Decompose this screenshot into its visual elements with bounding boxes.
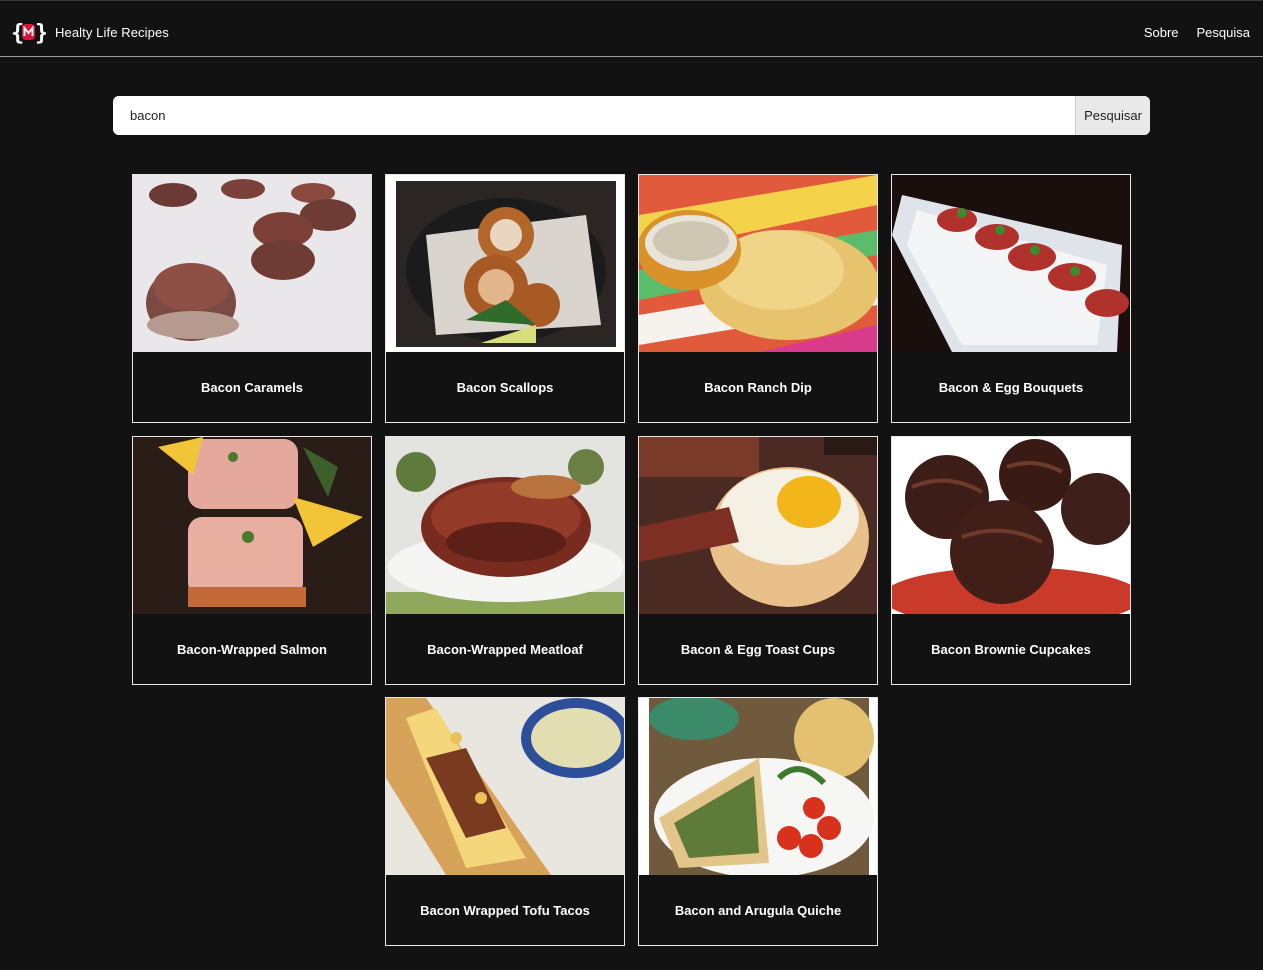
recipe-card[interactable]: Bacon & Egg Bouquets	[891, 174, 1131, 423]
recipe-title: Bacon Wrapped Tofu Tacos	[420, 902, 590, 918]
recipe-image	[639, 437, 877, 614]
navbar: { } Healty Life Recipes Sobre Pesquisa	[0, 0, 1263, 57]
recipe-title: Bacon and Arugula Quiche	[674, 902, 842, 918]
recipe-card[interactable]: Bacon Ranch Dip	[638, 174, 878, 423]
recipe-image	[639, 175, 877, 352]
code-braces-logo-icon: { }	[11, 18, 46, 46]
recipe-card[interactable]: Bacon Caramels	[132, 174, 372, 423]
nav-link-sobre[interactable]: Sobre	[1144, 25, 1179, 40]
nav-link-pesquisa[interactable]: Pesquisa	[1197, 25, 1250, 40]
recipe-title: Bacon & Egg Bouquets	[938, 379, 1084, 395]
recipe-card[interactable]: Bacon & Egg Toast Cups	[638, 436, 878, 685]
recipe-title: Bacon & Egg Toast Cups	[680, 641, 836, 657]
recipe-title: Bacon-Wrapped Salmon	[176, 641, 327, 657]
recipe-image	[386, 698, 624, 875]
search-input[interactable]	[113, 96, 1075, 135]
recipe-image	[892, 437, 1130, 614]
recipe-card[interactable]: Bacon and Arugula Quiche	[638, 697, 878, 946]
recipe-image	[386, 175, 624, 352]
recipe-image	[133, 175, 371, 352]
recipe-title: Bacon Ranch Dip	[704, 379, 812, 395]
brand-link[interactable]: { } Healty Life Recipes	[11, 18, 169, 46]
svg-text:}: }	[35, 21, 46, 46]
recipe-card[interactable]: Bacon-Wrapped Salmon	[132, 436, 372, 685]
recipe-title: Bacon Caramels	[201, 379, 303, 395]
recipe-image	[386, 437, 624, 614]
recipe-card[interactable]: Bacon Brownie Cupcakes	[891, 436, 1131, 685]
search-button[interactable]: Pesquisar	[1075, 96, 1150, 135]
nav-links: Sobre Pesquisa	[1144, 25, 1250, 40]
search-bar: Pesquisar	[113, 96, 1150, 135]
recipe-card[interactable]: Bacon Wrapped Tofu Tacos	[385, 697, 625, 946]
app-title: Healty Life Recipes	[55, 24, 169, 40]
recipe-image	[133, 437, 371, 614]
recipe-card[interactable]: Bacon-Wrapped Meatloaf	[385, 436, 625, 685]
recipe-card[interactable]: Bacon Scallops	[385, 174, 625, 423]
recipe-title: Bacon-Wrapped Meatloaf	[427, 641, 583, 657]
recipe-image	[892, 175, 1130, 352]
recipe-image	[639, 698, 877, 875]
recipe-title: Bacon Scallops	[456, 379, 554, 395]
recipe-title: Bacon Brownie Cupcakes	[931, 641, 1091, 657]
